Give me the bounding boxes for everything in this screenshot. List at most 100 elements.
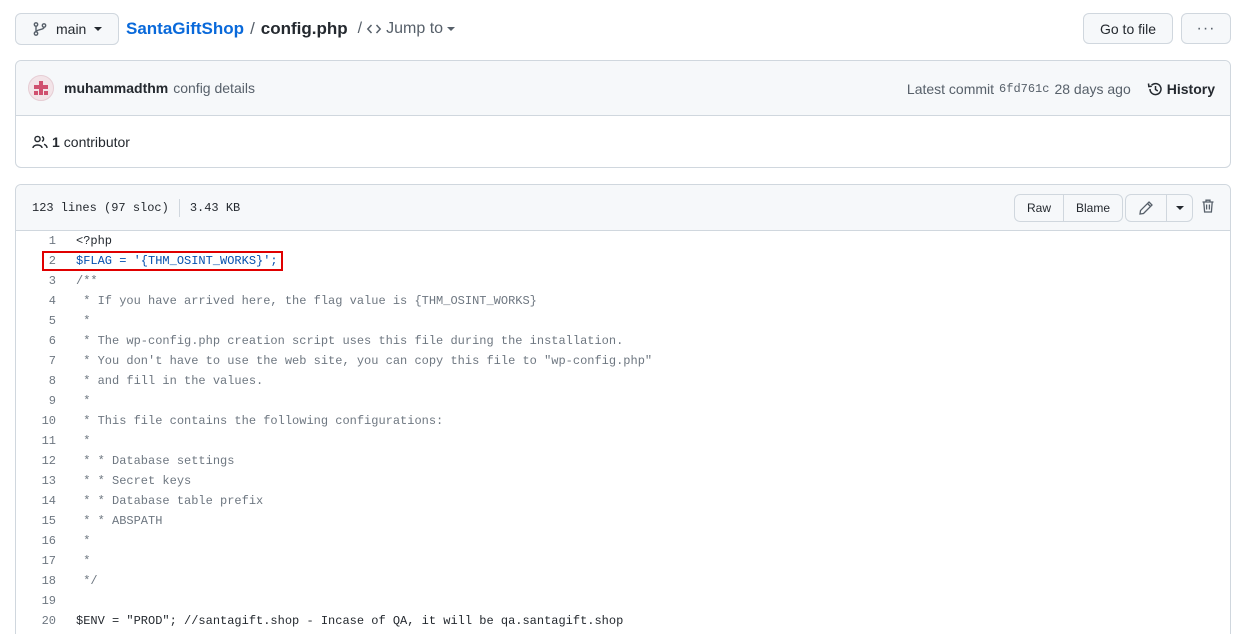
code-line: 7 * You don't have to use the web site, … <box>16 351 1230 371</box>
line-content: * <box>76 314 91 328</box>
file-header: 123 lines (97 sloc) 3.43 KB Raw Blame <box>16 185 1230 231</box>
line-content: * * ABSPATH <box>76 514 163 528</box>
code-line: 13 * * Secret keys <box>16 471 1230 491</box>
code-line: 8 * and fill in the values. <box>16 371 1230 391</box>
repo-link[interactable]: SantaGiftShop <box>126 19 244 39</box>
line-number[interactable]: 18 <box>16 571 66 591</box>
latest-commit-box: muhammadthm config details Latest commit… <box>15 60 1231 168</box>
line-content: * <box>76 554 91 568</box>
go-to-file-button[interactable]: Go to file <box>1083 13 1173 44</box>
code-line: 6 * The wp-config.php creation script us… <box>16 331 1230 351</box>
people-icon <box>32 135 48 148</box>
jump-slash: / <box>357 20 363 37</box>
caret-down-icon <box>447 27 456 31</box>
line-content: * and fill in the values. <box>76 374 264 388</box>
line-number[interactable]: 10 <box>16 411 66 431</box>
code-icon <box>366 24 382 34</box>
code-line: 12 * * Database settings <box>16 451 1230 471</box>
line-number[interactable]: 9 <box>16 391 66 411</box>
line-number[interactable]: 17 <box>16 551 66 571</box>
blame-button[interactable]: Blame <box>1063 195 1122 221</box>
file-name: config.php <box>260 19 348 38</box>
line-number[interactable]: 20 <box>16 611 66 631</box>
raw-button[interactable]: Raw <box>1015 195 1063 221</box>
line-number[interactable]: 15 <box>16 511 66 531</box>
line-number[interactable]: 19 <box>16 591 66 611</box>
line-content: * * Database table prefix <box>76 494 264 508</box>
raw-blame-group: Raw Blame <box>1014 194 1124 222</box>
line-number[interactable]: 14 <box>16 491 66 511</box>
line-content: * You don't have to use the web site, yo… <box>76 354 653 368</box>
latest-commit-label: Latest commit <box>906 80 995 97</box>
code-line: 9 * <box>16 391 1230 411</box>
identicon-icon <box>34 81 48 95</box>
breadcrumb: SantaGiftShop / config.php / Jump to <box>126 13 459 45</box>
line-content: * This file contains the following confi… <box>76 414 444 428</box>
breadcrumb-separator: / <box>250 19 255 38</box>
line-number[interactable]: 7 <box>16 351 66 371</box>
contributor-label[interactable]: contributor <box>64 134 130 150</box>
line-number[interactable]: 11 <box>16 431 66 451</box>
line-content <box>66 591 76 611</box>
line-content: * <box>76 534 91 548</box>
code-line-flag: 2 $FLAG = '{THM_OSINT_WORKS}'; <box>16 251 1230 271</box>
caret-down-icon <box>94 27 103 31</box>
file-info: 123 lines (97 sloc) 3.43 KB <box>32 185 240 231</box>
line-number[interactable]: 3 <box>16 271 66 291</box>
file-viewer: 123 lines (97 sloc) 3.43 KB Raw Blame 1 <… <box>15 184 1231 634</box>
line-content: * * Secret keys <box>76 474 192 488</box>
pencil-icon <box>1139 201 1153 215</box>
history-label: History <box>1166 80 1215 97</box>
code-line: 4 * If you have arrived here, the flag v… <box>16 291 1230 311</box>
code-line: 19 <box>16 591 1230 611</box>
branch-name: main <box>56 21 87 37</box>
commit-meta: Latest commit 6fd761c 28 days ago Histor… <box>907 61 1230 116</box>
line-number[interactable]: 1 <box>16 231 66 251</box>
code-line: 11 * <box>16 431 1230 451</box>
contributor-count: 1 <box>52 133 60 150</box>
line-number[interactable]: 6 <box>16 331 66 351</box>
line-number[interactable]: 16 <box>16 531 66 551</box>
line-content: /** <box>76 274 98 288</box>
history-link[interactable]: History <box>1147 81 1215 97</box>
avatar[interactable] <box>28 75 54 101</box>
line-number[interactable]: 12 <box>16 451 66 471</box>
line-content: */ <box>76 574 98 588</box>
code-view: 1 <?php 2 $FLAG = '{THM_OSINT_WORKS}'; 3 /*… <box>16 231 1230 631</box>
code-line: 16 * <box>16 531 1230 551</box>
code-line: 20 $ENV = "PROD"; //santagift.shop - Inca… <box>16 611 1230 631</box>
file-size: 3.43 KB <box>189 201 241 215</box>
file-navigation-bar: main SantaGiftShop / config.php / Jump t… <box>15 13 1231 45</box>
code-line: 10 * This file contains the following co… <box>16 411 1230 431</box>
line-number[interactable]: 5 <box>16 311 66 331</box>
file-lines-info: 123 lines (97 sloc) <box>32 201 169 215</box>
delete-file-button[interactable] <box>1200 198 1216 217</box>
git-branch-icon <box>33 22 47 36</box>
commit-sha[interactable]: 6fd761c <box>999 82 1049 96</box>
commit-age: 28 days ago <box>1054 80 1131 97</box>
more-options-button[interactable]: ··· <box>1181 13 1231 44</box>
commit-author[interactable]: muhammadthm <box>64 80 168 96</box>
history-icon <box>1147 82 1162 95</box>
edit-file-button[interactable] <box>1126 195 1166 221</box>
line-number[interactable]: 4 <box>16 291 66 311</box>
contributors-row: 1 contributor <box>16 116 1230 167</box>
line-content: $ENV = "PROD"; //santagift.shop - Incase… <box>76 614 624 628</box>
code-line: 1 <?php <box>16 231 1230 251</box>
divider <box>178 199 180 217</box>
line-content: <?php <box>76 234 113 248</box>
line-number[interactable]: 8 <box>16 371 66 391</box>
branch-select-button[interactable]: main <box>15 13 119 45</box>
code-line: 15 * * ABSPATH <box>16 511 1230 531</box>
line-number[interactable]: 2 <box>16 251 66 271</box>
line-content: * The wp-config.php creation script uses… <box>76 334 624 348</box>
code-line: 17 * <box>16 551 1230 571</box>
line-number[interactable]: 13 <box>16 471 66 491</box>
code-line: 18 */ <box>16 571 1230 591</box>
jump-to-button[interactable]: / Jump to <box>358 20 459 38</box>
commit-message[interactable]: config details <box>173 80 255 96</box>
code-line: 14 * * Database table prefix <box>16 491 1230 511</box>
edit-dropdown-button[interactable] <box>1166 195 1192 221</box>
code-line: 5 * <box>16 311 1230 331</box>
trash-icon <box>1202 199 1214 213</box>
